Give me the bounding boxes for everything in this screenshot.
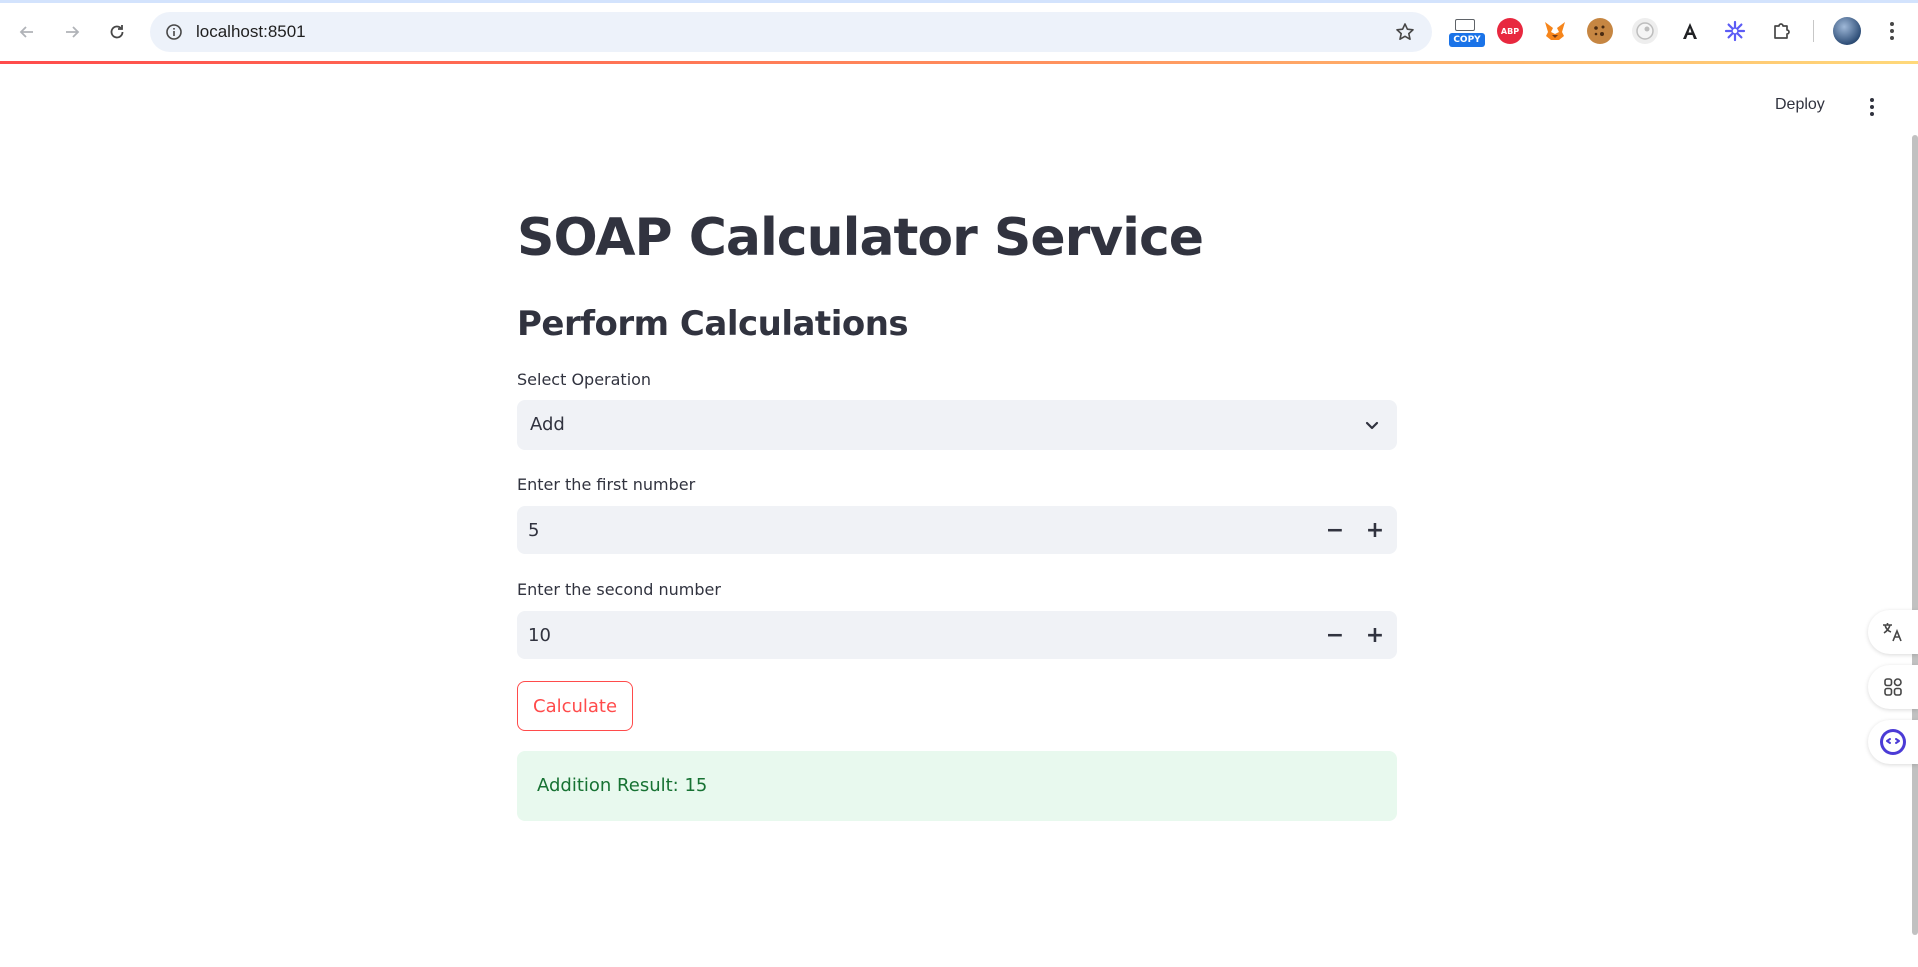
section-heading: Perform Calculations xyxy=(517,304,909,344)
translate-widget[interactable] xyxy=(1868,610,1918,654)
deploy-button[interactable]: Deploy xyxy=(1775,96,1825,114)
reload-button[interactable] xyxy=(101,16,133,48)
first-number-increment-button[interactable]: + xyxy=(1359,514,1391,546)
angular-icon[interactable] xyxy=(1677,18,1703,44)
first-number-input[interactable]: 5 − + xyxy=(517,506,1397,554)
back-arrow-icon xyxy=(19,26,33,38)
forward-button[interactable] xyxy=(56,16,88,48)
result-success-alert: Addition Result: 15 xyxy=(517,751,1397,821)
tab-strip-edge xyxy=(0,0,1918,3)
sunburst-icon[interactable] xyxy=(1722,18,1748,44)
first-number-value[interactable]: 5 xyxy=(528,520,539,541)
second-number-input[interactable]: 10 − + xyxy=(517,611,1397,659)
second-number-label: Enter the second number xyxy=(517,580,721,599)
back-button[interactable] xyxy=(11,16,43,48)
url-text[interactable]: localhost:8501 xyxy=(196,22,306,42)
translate-icon xyxy=(1883,623,1902,642)
page-scrollbar[interactable] xyxy=(1912,135,1918,935)
app-header-decoration xyxy=(0,61,1918,64)
operation-select[interactable]: Add xyxy=(517,400,1397,450)
copy-extension-label: COPY xyxy=(1449,33,1485,47)
assistant-widget[interactable] xyxy=(1868,720,1918,764)
calculate-button[interactable]: Calculate xyxy=(517,681,634,731)
app-menu-icon[interactable] xyxy=(1862,96,1882,118)
assistant-face-icon xyxy=(1880,729,1906,755)
second-number-value[interactable]: 10 xyxy=(528,625,551,646)
site-info-icon[interactable] xyxy=(164,22,184,42)
first-number-label: Enter the first number xyxy=(517,475,696,494)
page-title: SOAP Calculator Service xyxy=(517,208,1204,268)
browser-toolbar: localhost:8501 COPY ABP xyxy=(0,0,1918,62)
toolbar-separator xyxy=(1813,20,1814,42)
apps-widget[interactable] xyxy=(1868,665,1918,709)
metamask-icon[interactable] xyxy=(1542,18,1568,44)
adblock-label: ABP xyxy=(1500,26,1520,36)
apps-grid-icon xyxy=(1884,678,1902,696)
reload-icon xyxy=(110,25,124,39)
profile-avatar[interactable] xyxy=(1833,17,1861,45)
copy-extension-icon[interactable]: COPY xyxy=(1449,17,1485,47)
result-text: Addition Result: 15 xyxy=(537,775,708,796)
first-number-decrement-button[interactable]: − xyxy=(1319,514,1351,546)
cookie-icon[interactable] xyxy=(1587,18,1613,44)
bookmark-star-icon[interactable] xyxy=(1394,21,1416,43)
eye-icon[interactable] xyxy=(1632,18,1658,44)
operation-label: Select Operation xyxy=(517,370,652,389)
adblock-icon[interactable]: ABP xyxy=(1497,18,1523,44)
address-bar[interactable]: localhost:8501 xyxy=(150,12,1432,52)
operation-selected-value[interactable]: Add xyxy=(530,414,565,435)
second-number-increment-button[interactable]: + xyxy=(1359,619,1391,651)
second-number-decrement-button[interactable]: − xyxy=(1319,619,1351,651)
chevron-down-icon[interactable] xyxy=(1361,414,1383,436)
puzzle-icon[interactable] xyxy=(1769,18,1795,44)
forward-arrow-icon xyxy=(66,26,80,38)
browser-menu-icon[interactable] xyxy=(1879,18,1905,44)
